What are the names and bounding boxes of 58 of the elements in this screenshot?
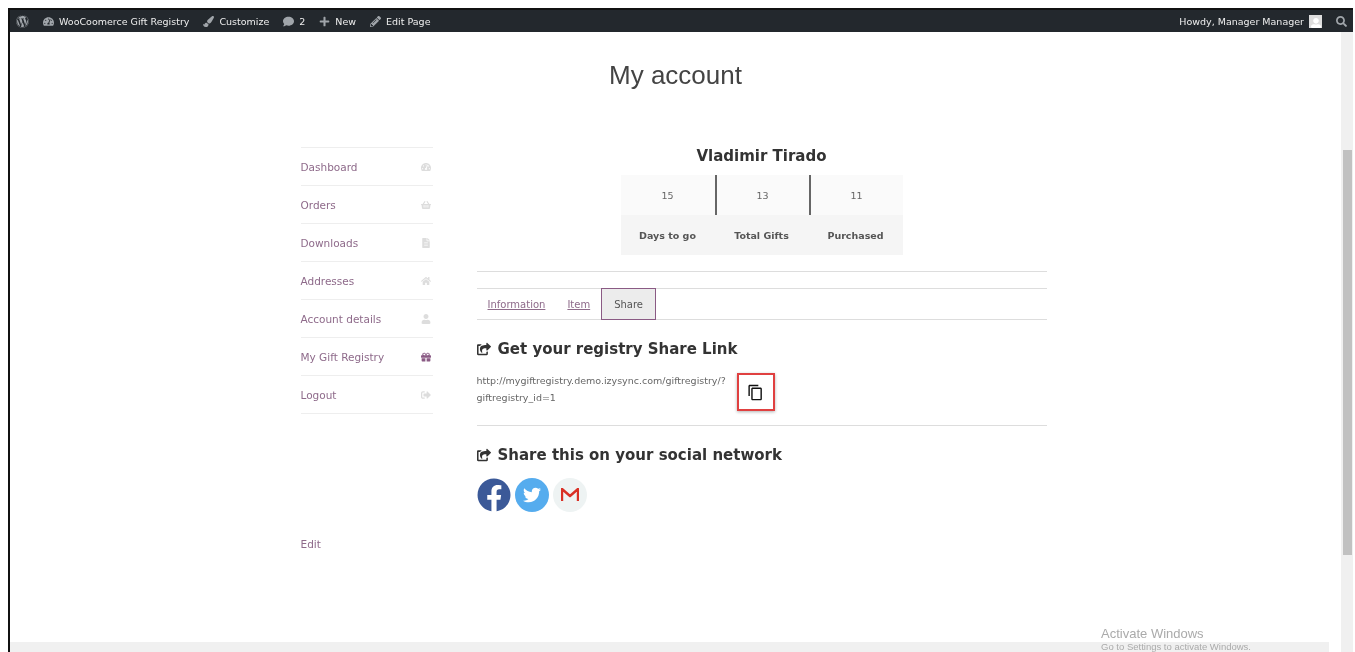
section-heading: Share this on your social network — [497, 446, 782, 464]
account-nav-item[interactable]: Orders — [300, 186, 433, 224]
gauge-icon — [43, 15, 54, 27]
page-title: My account — [609, 60, 742, 91]
stat-value: 15 — [660, 188, 675, 203]
registry-tab[interactable]: Item — [556, 298, 602, 310]
copy-button[interactable] — [736, 373, 775, 411]
nav-label: My Gift Registry — [300, 350, 385, 363]
account-nav-item[interactable]: Dashboard — [300, 148, 433, 186]
nav-label: Logout — [300, 388, 337, 401]
nav-label: Dashboard — [300, 160, 358, 173]
admin-bar-link[interactable]: Edit Page — [370, 15, 431, 27]
nav-label: Account details — [300, 312, 382, 325]
wordpress-logo-icon[interactable] — [16, 14, 29, 28]
account-nav-item[interactable]: Logout — [300, 376, 433, 414]
facebook-icon — [476, 478, 511, 512]
nav-label: Downloads — [300, 236, 359, 249]
facebook-button[interactable] — [476, 478, 511, 512]
copy-icon — [747, 383, 764, 401]
brush-icon — [203, 15, 215, 27]
activation-subtitle: Go to Settings to activate Windows. — [1101, 641, 1251, 652]
stat-label: Days to go — [620, 215, 715, 255]
account-nav-item[interactable]: Addresses — [300, 262, 433, 300]
admin-bar-label: 2 — [299, 15, 306, 27]
account-nav-item[interactable]: Downloads — [300, 224, 433, 262]
admin-bar-label: Customize — [219, 15, 270, 27]
admin-bar-link[interactable]: New — [319, 15, 357, 27]
scrollbar[interactable] — [1341, 32, 1353, 652]
avatar-icon — [1309, 14, 1322, 28]
stat-label: Purchased — [808, 215, 903, 255]
registry-tab[interactable]: Information — [476, 298, 557, 310]
horizontal-scrollbar[interactable] — [10, 642, 1329, 652]
admin-bar-label: New — [335, 15, 357, 27]
stat-label: Total Gifts — [714, 215, 809, 255]
search-icon[interactable] — [1336, 15, 1347, 27]
admin-bar-link[interactable]: 2 — [283, 15, 306, 27]
edit-link[interactable]: Edit — [300, 538, 433, 550]
admin-bar-label: Edit Page — [386, 15, 431, 27]
admin-bar-link[interactable]: Customize — [203, 15, 270, 27]
comment-icon — [283, 15, 295, 27]
gmail-button[interactable] — [552, 478, 587, 512]
share-url: http://mygiftregistry.demo.izysync.com/giftregistry/?giftregistry_id=1 — [476, 374, 727, 405]
nav-label: Addresses — [300, 274, 355, 287]
share-icon — [476, 342, 491, 356]
section-heading: Get your registry Share Link — [497, 340, 738, 358]
account-nav-item[interactable]: Account details — [300, 300, 433, 338]
share-icon — [476, 448, 491, 462]
account-nav-item[interactable]: My Gift Registry — [300, 338, 433, 376]
pencil-icon — [370, 15, 382, 27]
account-menu[interactable]: Howdy, Manager Manager — [1179, 14, 1322, 28]
profile-name: Vladimir Tirado — [695, 147, 828, 165]
nav-label: Orders — [300, 198, 336, 211]
bird-icon — [522, 486, 541, 504]
greeting-text: Howdy, Manager Manager — [1179, 15, 1304, 27]
mail-icon — [560, 488, 579, 502]
plus-icon — [319, 15, 331, 27]
activation-title: Activate Windows — [1101, 626, 1205, 641]
registry-tab[interactable]: Share — [601, 288, 656, 320]
